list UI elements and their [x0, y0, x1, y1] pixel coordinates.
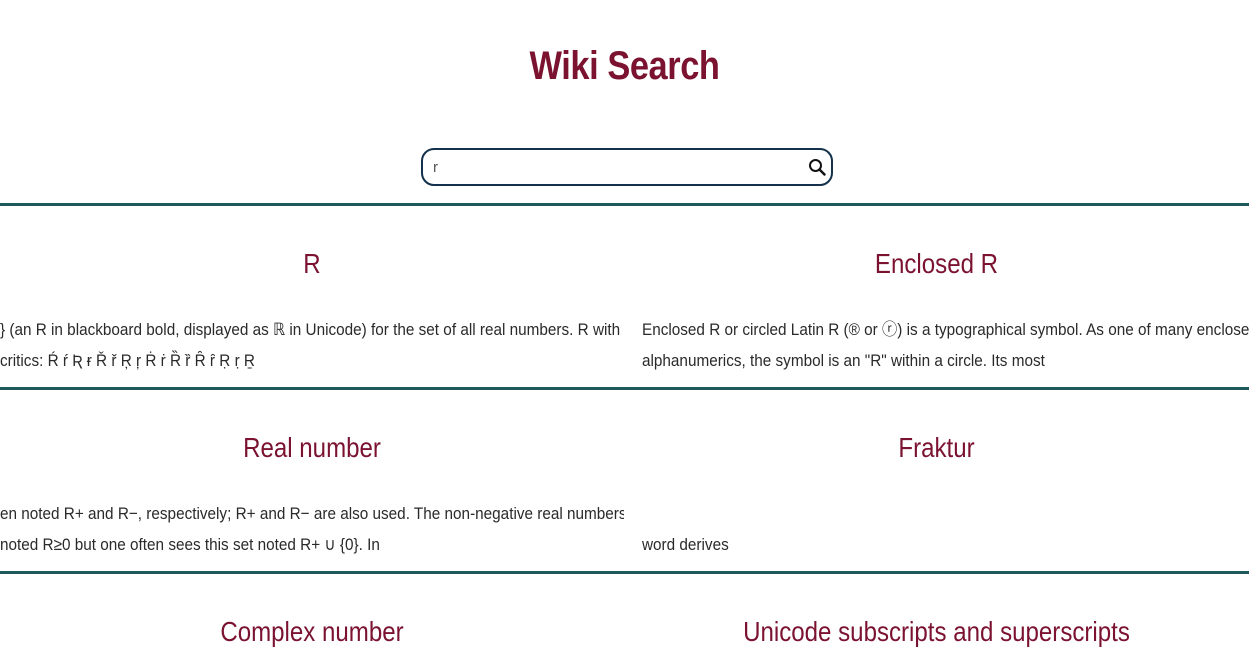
- result-title[interactable]: Complex number: [44, 616, 581, 648]
- result-item[interactable]: Fraktur 𝔉 𝔊 𝔋 ℑ 𝔍 𝔎 𝔏 𝔐 𝔑 𝔒 𝔓 𝔔 ℜ 𝔖 𝔗 𝔘 …: [624, 390, 1249, 571]
- search-icon[interactable]: [808, 158, 826, 176]
- result-title[interactable]: Fraktur: [668, 432, 1206, 464]
- result-snippet-line: word derives: [642, 529, 729, 560]
- result-item[interactable]: R } (an R in blackboard bold, displayed …: [0, 206, 624, 388]
- page: Wiki Search R } (an R in blackboard bold…: [0, 0, 1249, 671]
- result-item[interactable]: Enclosed R Enclosed R or circled Latin R…: [624, 206, 1249, 388]
- page-title: Wiki Search: [87, 44, 1161, 89]
- result-snippet-line: en noted R+ and R−, respectively; R+ and…: [0, 498, 624, 529]
- result-item[interactable]: Unicode subscripts and superscripts: [624, 574, 1249, 671]
- result-title[interactable]: Enclosed R: [668, 248, 1206, 280]
- result-snippet-line: Enclosed R or circled Latin R (® or ⓡ) i…: [642, 314, 1249, 345]
- result-item[interactable]: Complex number: [0, 574, 624, 671]
- result-snippet-line: 𝔉 𝔊 𝔋 ℑ 𝔍 𝔎 𝔏 𝔐 𝔑 𝔒 𝔓 𝔔 ℜ 𝔖 𝔗 𝔘 𝔙 𝔚 𝔛 𝔜 …: [642, 498, 866, 529]
- search-input[interactable]: [433, 154, 793, 180]
- result-snippet-line: critics: Ŕ ŕ Ʀ ɍ Ř ř Ŗ ŗ Ṙ ṙ Ȑ ȑ Ȓ ȓ Ṛ ṛ…: [0, 345, 255, 376]
- result-title[interactable]: Unicode subscripts and superscripts: [668, 616, 1206, 648]
- result-title[interactable]: Real number: [44, 432, 581, 464]
- result-snippet-line: } (an R in blackboard bold, displayed as…: [0, 314, 620, 345]
- result-snippet-line: alphanumerics, the symbol is an "R" with…: [642, 345, 1045, 376]
- result-title[interactable]: R: [44, 248, 581, 280]
- search-bar[interactable]: [421, 148, 833, 186]
- result-snippet-line: noted R≥0 but one often sees this set no…: [0, 529, 380, 560]
- result-item[interactable]: Real number en noted R+ and R−, respecti…: [0, 390, 624, 571]
